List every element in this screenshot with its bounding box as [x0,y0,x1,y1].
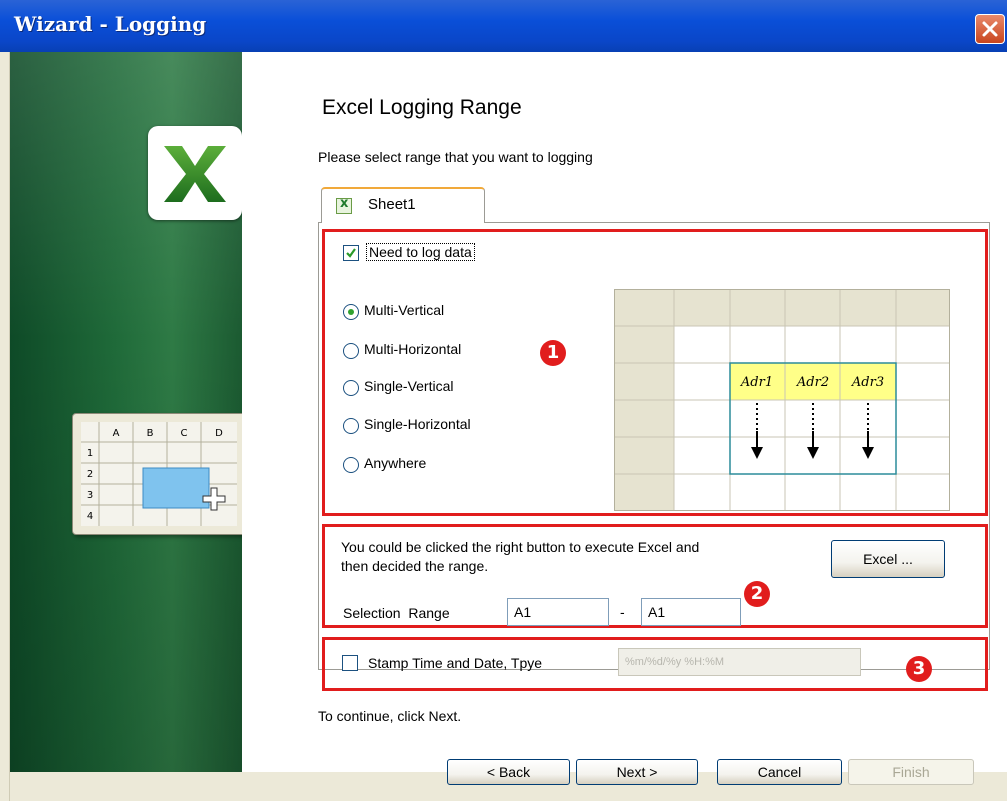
need-to-log-label: Need to log data [366,243,475,261]
radio-label: Multi-Vertical [364,302,445,318]
address-label-3: Adr3 [851,375,884,390]
callout-badge-1: 1 [540,340,566,366]
stamp-label: Stamp Time and Date, Tpye [368,655,543,671]
radio-multi-horizontal[interactable] [343,343,359,359]
excel-button[interactable]: Excel ... [831,540,945,578]
radio-label: Single-Horizontal [364,416,471,432]
sheet-icon-col-label: D [215,428,223,439]
excel-logo-icon [148,126,242,220]
selection-range-label: Selection Range [343,605,450,621]
range-from-field[interactable]: A1 [507,598,609,626]
sheet-icon-row-label: 2 [87,469,93,480]
cancel-button[interactable]: Cancel [717,759,842,785]
sheet-icon-col-label: C [181,428,188,439]
next-button[interactable]: Next > [576,759,698,785]
range-separator: - [620,604,625,620]
radio-label: Anywhere [364,455,427,471]
close-icon [982,21,998,37]
sheet-icon-col-label: A [113,428,120,439]
callout-badge-2: 2 [744,581,770,607]
radio-single-horizontal[interactable] [343,418,359,434]
radio-multi-vertical[interactable] [343,304,359,320]
tab-sheet1[interactable]: Sheet1 [321,187,485,223]
layout-preview-grid: Adr1 Adr2 Adr3 [614,289,950,511]
radio-anywhere[interactable] [343,457,359,473]
stamp-format-field[interactable]: %m/%d/%y %H:%M [618,648,861,676]
radio-label: Multi-Horizontal [364,341,462,357]
continue-hint: To continue, click Next. [318,708,462,724]
stamp-checkbox[interactable] [342,655,358,671]
checkmark-icon [346,248,356,258]
excel-description-line2: then decided the range. [341,558,489,574]
sheet-icon-row-label: 1 [87,448,93,459]
range-to-field[interactable]: A1 [641,598,741,626]
excel-sheet-icon [336,196,352,214]
window-title: Wizard - Logging [14,12,207,36]
excel-description-line1: You could be clicked the right button to… [341,539,700,555]
spreadsheet-range-icon: A B C D 1 2 3 4 [72,413,246,535]
wizard-window: Wizard - Logging A B C D 1 2 3 4 Excel L… [0,0,1007,801]
finish-button[interactable]: Finish [848,759,974,785]
page-title: Excel Logging Range [322,96,522,119]
need-to-log-checkbox[interactable] [343,245,359,261]
back-button[interactable]: < Back [447,759,570,785]
close-button[interactable] [975,14,1005,44]
sheet-icon-row-label: 3 [87,490,93,501]
callout-badge-3: 3 [906,656,932,682]
tab-label: Sheet1 [368,196,416,213]
radio-single-vertical[interactable] [343,380,359,396]
address-label-1: Adr1 [740,375,773,390]
window-left-border [0,52,10,801]
title-bar: Wizard - Logging [0,0,1007,52]
radio-label: Single-Vertical [364,378,454,394]
address-label-2: Adr2 [796,375,829,390]
page-instruction: Please select range that you want to log… [318,149,593,165]
sheet-icon-col-label: B [147,428,154,439]
sheet-icon-row-label: 4 [87,511,93,522]
